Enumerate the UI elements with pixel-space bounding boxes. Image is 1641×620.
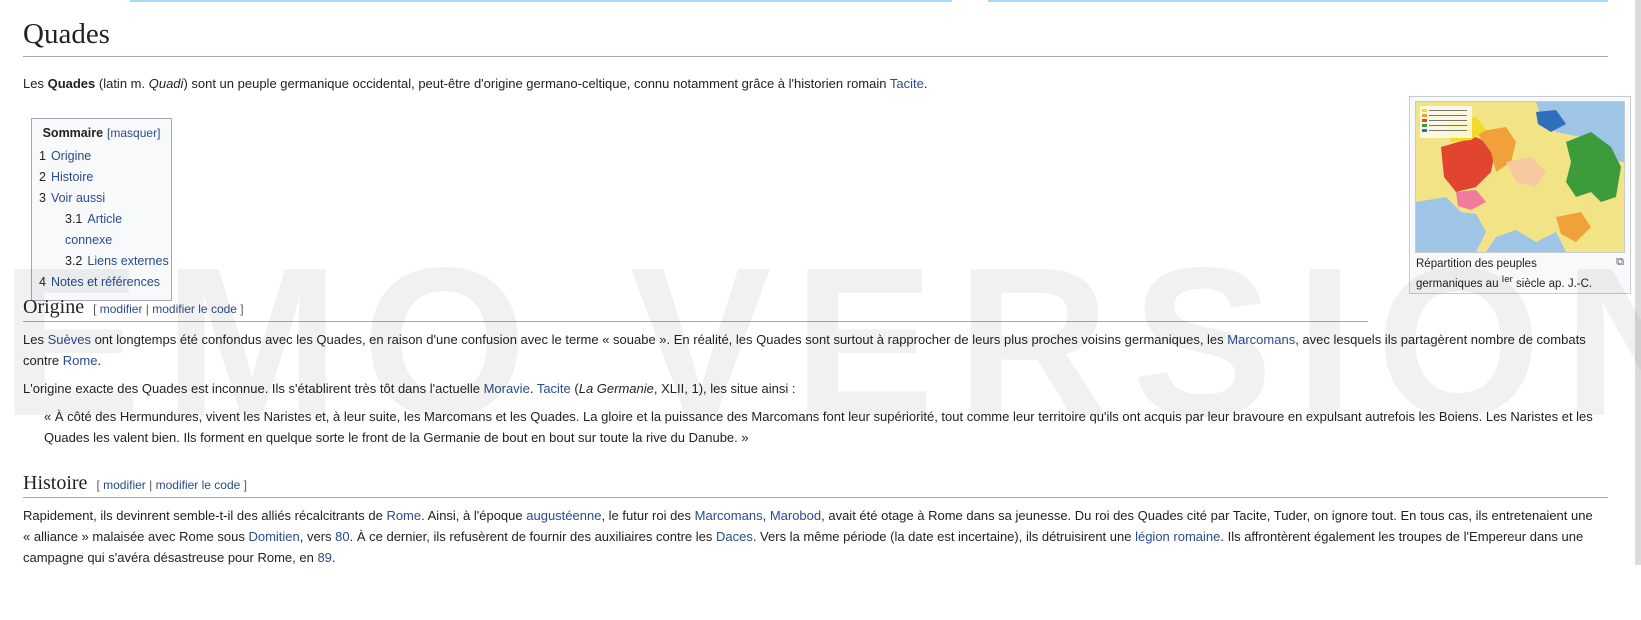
- toc-link[interactable]: Voir aussi: [51, 191, 105, 205]
- text: .: [923, 75, 928, 91]
- text: Les: [23, 75, 48, 91]
- page-title: Quades: [23, 16, 1608, 57]
- bracket: [: [93, 302, 100, 316]
- article-subject: Quades: [47, 75, 96, 91]
- text: (: [570, 381, 579, 396]
- toc-number: 2: [39, 170, 46, 184]
- separator: |: [142, 302, 153, 316]
- latin-name: Quadi: [148, 75, 184, 91]
- separator: |: [145, 478, 156, 492]
- toc-number: 1: [39, 149, 46, 163]
- toc-link[interactable]: Histoire: [51, 170, 93, 184]
- edit-link[interactable]: modifier: [100, 302, 143, 316]
- toc-item-histoire[interactable]: 2 Histoire: [32, 167, 171, 188]
- toc-item-article-connexe[interactable]: 3.1 Article connexe: [32, 209, 171, 251]
- link-80[interactable]: 80: [335, 529, 349, 544]
- section-origine: Origine [ modifier | modifier le code ]: [23, 294, 1368, 322]
- histoire-paragraph-1: Rapidement, ils devinrent semble-t-il de…: [23, 505, 1603, 568]
- text: ,: [762, 508, 770, 523]
- text: .: [529, 381, 537, 396]
- text: (latin m.: [95, 75, 149, 91]
- enlarge-icon[interactable]: ⧉: [1616, 256, 1624, 269]
- text: ) sont un peuple germanique occidental, …: [183, 75, 890, 91]
- table-of-contents: Sommaire [masquer] 1 Origine 2 Histoire 3 Vo…: [31, 118, 172, 301]
- link-marcomans[interactable]: Marcomans: [695, 508, 763, 523]
- text: ont longtemps été confondus avec les Qua…: [90, 332, 1228, 347]
- edit-section: [ modifier | modifier le code ]: [96, 478, 247, 492]
- toc-toggle-link[interactable]: [masquer]: [107, 126, 160, 140]
- link-marcomans[interactable]: Marcomans: [1227, 332, 1295, 347]
- scrollbar[interactable]: [1635, 0, 1641, 565]
- section-histoire: Histoire [ modifier | modifier le code ]: [23, 470, 1608, 498]
- link-sueves[interactable]: Suèves: [48, 332, 91, 347]
- map-caption: Répartition des peuples germaniques au I…: [1416, 256, 1616, 292]
- heading-text: Origine: [23, 296, 85, 318]
- link-domitien[interactable]: Domitien: [248, 529, 299, 544]
- text: . Ainsi, à l'époque: [421, 508, 527, 523]
- toc-number: 3: [39, 191, 46, 205]
- link-augusteenne[interactable]: augustéenne: [526, 508, 601, 523]
- heading-text: Histoire: [23, 472, 88, 494]
- toc-number: 3.1: [65, 212, 83, 226]
- text: .: [97, 353, 102, 368]
- top-border-right: [988, 0, 1608, 2]
- text: . À ce dernier, ils refusèrent de fourni…: [349, 529, 716, 544]
- origine-paragraph-1: Les Suèves ont longtemps été confondus a…: [23, 329, 1588, 371]
- toc-link[interactable]: Notes et références: [51, 275, 160, 289]
- toc-link[interactable]: Liens externes: [87, 254, 168, 268]
- edit-code-link[interactable]: modifier le code: [156, 478, 241, 492]
- text: Rapidement, ils devinrent semble-t-il de…: [23, 508, 387, 523]
- text: , le futur roi des: [601, 508, 695, 523]
- toc-item-liens-externes[interactable]: 3.2 Liens externes: [32, 251, 171, 272]
- text: . Vers la même période (la date est ince…: [752, 529, 1136, 544]
- link-rome[interactable]: Rome: [386, 508, 421, 523]
- map-image[interactable]: [1415, 101, 1625, 253]
- link-marobod[interactable]: Marobod: [770, 508, 821, 523]
- map-thumbnail: Répartition des peuples germaniques au I…: [1409, 96, 1631, 294]
- toc-number: 4: [39, 275, 46, 289]
- book-title: La Germanie: [578, 381, 654, 396]
- quote-tacite: « À côté des Hermundures, vivent les Nar…: [44, 409, 1593, 445]
- edit-section: [ modifier | modifier le code ]: [93, 302, 244, 316]
- heading-histoire: Histoire [ modifier | modifier le code ]: [23, 470, 1608, 498]
- edit-link[interactable]: modifier: [103, 478, 146, 492]
- toc-link[interactable]: Origine: [51, 149, 91, 163]
- link-moravie[interactable]: Moravie: [484, 381, 530, 396]
- caption-line: siècle ap. J.-C.: [1512, 277, 1593, 290]
- bracket: ]: [240, 478, 247, 492]
- toc-number: 3.2: [65, 254, 83, 268]
- text: .: [331, 550, 336, 565]
- link-89[interactable]: 89: [317, 550, 331, 565]
- link-daces[interactable]: Daces: [716, 529, 753, 544]
- toc-item-notes[interactable]: 4 Notes et références: [32, 272, 171, 293]
- text: Les: [23, 332, 48, 347]
- text: , vers: [299, 529, 336, 544]
- origine-body: Les Suèves ont longtemps été confondus a…: [23, 329, 1593, 448]
- link-legion-romaine[interactable]: légion romaine: [1135, 529, 1220, 544]
- map-graphic: [1416, 102, 1624, 252]
- link-tacite[interactable]: Tacite: [537, 381, 571, 396]
- text: , XLII, 1), les situe ainsi :: [653, 381, 796, 396]
- bracket: ]: [236, 302, 244, 316]
- caption-line: Répartition des peuples: [1416, 258, 1537, 270]
- top-border-left: [130, 0, 952, 2]
- link-rome[interactable]: Rome: [63, 353, 98, 368]
- link-tacite[interactable]: Tacite: [890, 76, 924, 91]
- toc-item-origine[interactable]: 1 Origine: [32, 146, 171, 167]
- origine-paragraph-2: L'origine exacte des Quades est inconnue…: [23, 378, 1588, 399]
- text: L'origine exacte des Quades est inconnue…: [23, 381, 484, 396]
- intro-paragraph: Les Quades (latin m. Quadi) sont un peup…: [23, 73, 1608, 94]
- toc-title: Sommaire: [42, 126, 104, 140]
- caption-superscript: Ier: [1501, 274, 1513, 285]
- article-content: Quades Les Quades (latin m. Quadi) sont …: [23, 16, 1631, 565]
- edit-code-link[interactable]: modifier le code: [152, 302, 237, 316]
- caption-line: germaniques au: [1416, 277, 1502, 290]
- toc-item-voir-aussi[interactable]: 3 Voir aussi: [32, 188, 171, 209]
- toc-list: 1 Origine 2 Histoire 3 Voir aussi 3.1 Articl…: [32, 146, 171, 293]
- heading-origine: Origine [ modifier | modifier le code ]: [23, 294, 1368, 322]
- histoire-body: Rapidement, ils devinrent semble-t-il de…: [23, 505, 1603, 568]
- toc-header: Sommaire [masquer]: [32, 126, 171, 140]
